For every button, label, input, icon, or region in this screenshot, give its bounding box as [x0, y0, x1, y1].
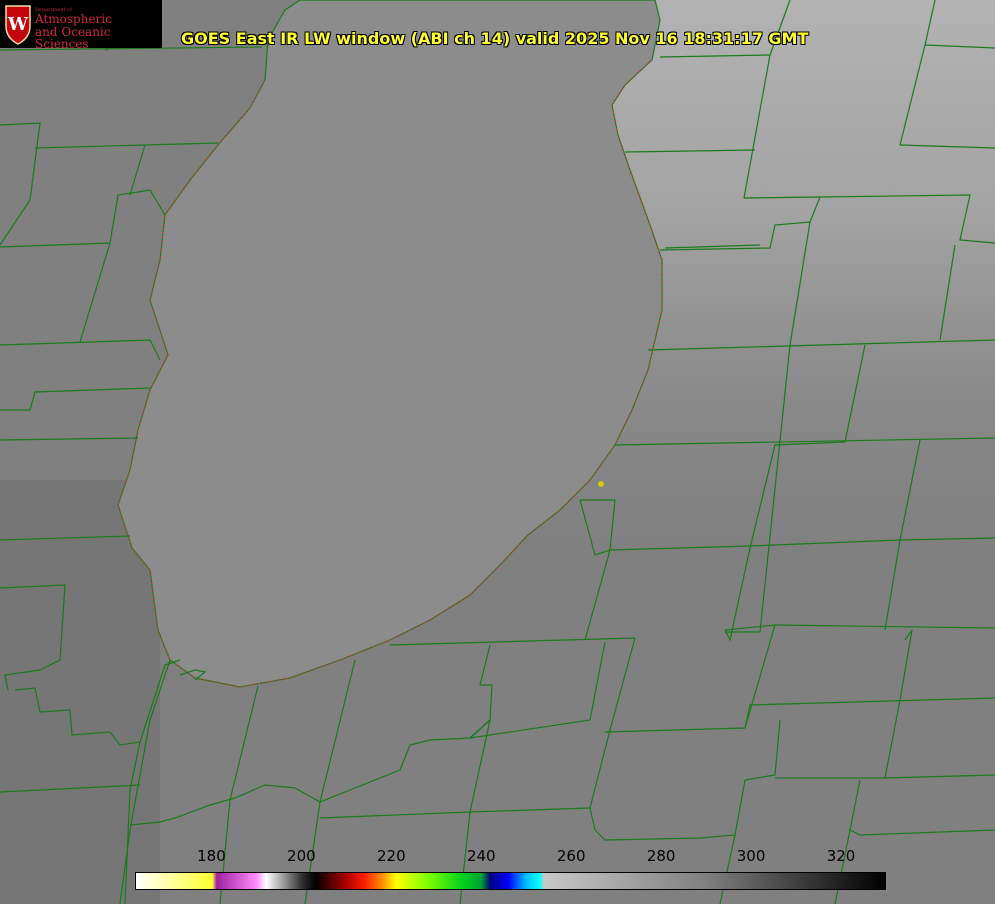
image-title: GOES East IR LW window (ABI ch 14) valid… [181, 29, 809, 48]
colorbar-tick-280: 280 [646, 847, 676, 865]
colorbar-tick-200: 200 [287, 847, 316, 865]
colorbar-tick-180: 180 [197, 847, 226, 865]
logo-line-1: Atmospheric [35, 12, 112, 27]
city-marker [598, 481, 604, 487]
colorbar-tick-320: 320 [826, 847, 856, 865]
logo-line-2: and Oceanic Sciences [35, 24, 111, 52]
temperature-colorbar [135, 872, 886, 890]
colorbar-tick-240: 240 [466, 847, 496, 865]
logo-panel: W Department of Atmospheric and Oceanic … [0, 0, 162, 52]
uw-crest-icon: W [5, 5, 31, 45]
colorbar-tick-220: 220 [377, 847, 406, 865]
colorbar-tick-300: 300 [736, 847, 766, 865]
svg-text:W: W [7, 14, 29, 35]
logo-text: Department of Atmospheric and Oceanic Sc… [35, 7, 162, 52]
satellite-map [0, 0, 995, 904]
colorbar-tick-260: 260 [556, 847, 586, 865]
